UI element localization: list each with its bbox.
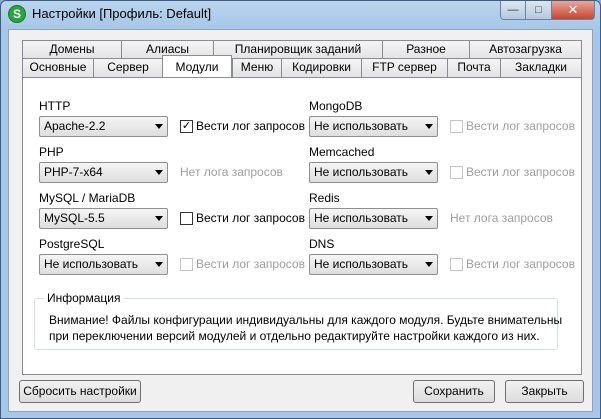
dns-log-checkbox[interactable]: Вести лог запросов xyxy=(450,257,575,271)
mysql-select-value: MySQL-5.5 xyxy=(44,211,105,225)
reset-settings-button[interactable]: Сбросить настройки xyxy=(19,380,141,403)
checkbox-empty-icon xyxy=(180,211,193,225)
http-select[interactable]: Apache-2.2 xyxy=(39,116,168,137)
checkbox-empty-icon xyxy=(180,257,193,271)
tab-ftp-server[interactable]: FTP сервер xyxy=(361,58,447,77)
chevron-down-icon xyxy=(155,124,163,129)
chevron-down-icon xyxy=(425,216,433,221)
info-group-title: Информация xyxy=(44,291,124,305)
dialog-client-area: Домены Алиасы Планировщик заданий Разное… xyxy=(8,29,593,412)
memcached-log-label: Вести лог запросов xyxy=(466,165,575,179)
mysql-select[interactable]: MySQL-5.5 xyxy=(39,208,168,229)
checkbox-empty-icon xyxy=(450,257,463,271)
redis-select-value: Не использовать xyxy=(314,211,408,225)
redis-label: Redis xyxy=(309,191,340,205)
mongodb-select-value: Не использовать xyxy=(314,119,408,133)
tab-general[interactable]: Основные xyxy=(22,58,93,77)
tab-domains[interactable]: Домены xyxy=(22,40,121,59)
tab-modules[interactable]: Модули xyxy=(162,55,232,77)
postgresql-select-value: Не использовать xyxy=(44,257,138,271)
php-no-log-text: Нет лога запросов xyxy=(180,165,283,179)
http-label: HTTP xyxy=(39,99,71,113)
tab-bookmarks[interactable]: Закладки xyxy=(500,58,582,77)
window-controls: — □ ✕ xyxy=(500,1,595,20)
chevron-down-icon xyxy=(155,216,163,221)
mongodb-log-label: Вести лог запросов xyxy=(466,119,575,133)
tab-scheduler[interactable]: Планировщик заданий xyxy=(213,40,382,59)
http-log-checkbox[interactable]: ✓ Вести лог запросов xyxy=(180,119,305,133)
postgresql-log-label: Вести лог запросов xyxy=(196,257,305,271)
save-button[interactable]: Сохранить xyxy=(413,380,495,403)
tab-encodings[interactable]: Кодировки xyxy=(281,58,361,77)
tab-menu[interactable]: Меню xyxy=(232,58,281,77)
info-group: Информация Внимание! Файлы конфигурации … xyxy=(34,291,562,350)
php-select[interactable]: PHP-7-x64 xyxy=(39,162,168,183)
tab-misc[interactable]: Разное xyxy=(382,40,469,59)
tab-autostart[interactable]: Автозагрузка xyxy=(469,40,582,59)
settings-window: S Настройки [Профиль: Default] — □ ✕ Дом… xyxy=(0,0,601,419)
chevron-down-icon xyxy=(425,262,433,267)
tab-server[interactable]: Сервер xyxy=(93,58,162,77)
tab-mail[interactable]: Почта xyxy=(447,58,500,77)
redis-select[interactable]: Не использовать xyxy=(309,208,438,229)
memcached-select[interactable]: Не использовать xyxy=(309,162,438,183)
memcached-select-value: Не использовать xyxy=(314,165,408,179)
postgresql-log-checkbox[interactable]: Вести лог запросов xyxy=(180,257,305,271)
tab-row-upper: Домены Алиасы Планировщик заданий Разное… xyxy=(22,40,582,59)
dns-select-value: Не использовать xyxy=(314,257,408,271)
mongodb-select[interactable]: Не использовать xyxy=(309,116,438,137)
mysql-label: MySQL / MariaDB xyxy=(39,191,136,205)
mysql-log-label: Вести лог запросов xyxy=(196,211,305,225)
tab-row-lower: Основные Сервер Модули Меню Кодировки FT… xyxy=(22,55,582,77)
http-select-value: Apache-2.2 xyxy=(44,119,106,133)
checkbox-empty-icon xyxy=(450,165,463,179)
memcached-label: Memcached xyxy=(309,145,375,159)
dns-label: DNS xyxy=(309,237,335,251)
dns-select[interactable]: Не использовать xyxy=(309,254,438,275)
info-line-1: Внимание! Файлы конфигурации индивидуаль… xyxy=(49,313,563,327)
window-title: Настройки [Профиль: Default] xyxy=(32,6,212,21)
minimize-icon[interactable]: — xyxy=(500,1,526,20)
modules-panel: HTTP Apache-2.2 ✓ Вести лог запросов PHP… xyxy=(22,77,582,375)
http-log-label: Вести лог запросов xyxy=(196,119,305,133)
info-text: Внимание! Файлы конфигурации индивидуаль… xyxy=(49,312,562,344)
chevron-down-icon xyxy=(155,262,163,267)
app-logo-icon: S xyxy=(8,5,26,23)
php-label: PHP xyxy=(39,145,64,159)
close-button[interactable]: Закрыть xyxy=(505,380,584,403)
mongodb-log-checkbox[interactable]: Вести лог запросов xyxy=(450,119,575,133)
redis-no-log-text: Нет лога запросов xyxy=(450,211,553,225)
checkbox-empty-icon xyxy=(450,119,463,133)
mongodb-label: MongoDB xyxy=(309,99,363,113)
php-select-value: PHP-7-x64 xyxy=(44,165,103,179)
postgresql-select[interactable]: Не использовать xyxy=(39,254,168,275)
checkmark-icon: ✓ xyxy=(180,119,193,133)
title-bar[interactable]: S Настройки [Профиль: Default] — □ ✕ xyxy=(1,1,600,29)
chevron-down-icon xyxy=(425,124,433,129)
info-line-2: при переключении версий модулей и отдель… xyxy=(49,329,540,343)
maximize-icon[interactable]: □ xyxy=(526,1,552,20)
memcached-log-checkbox[interactable]: Вести лог запросов xyxy=(450,165,575,179)
postgresql-label: PostgreSQL xyxy=(39,237,105,251)
chevron-down-icon xyxy=(425,170,433,175)
close-icon[interactable]: ✕ xyxy=(552,1,595,20)
chevron-down-icon xyxy=(155,170,163,175)
dns-log-label: Вести лог запросов xyxy=(466,257,575,271)
mysql-log-checkbox[interactable]: Вести лог запросов xyxy=(180,211,305,225)
